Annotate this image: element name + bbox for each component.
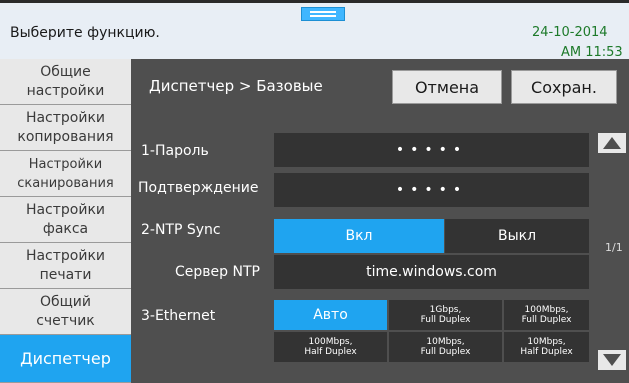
ethernet-option-1g-full[interactable]: 1Gbps, Full Duplex [389,300,502,330]
sidebar-item-label: Общие настройки [26,63,105,99]
ethernet-option-line1: 10Mbps, [426,337,465,347]
ethernet-option-line2: Full Duplex [521,315,572,325]
sidebar: Общие настройки Настройки копирования На… [0,59,131,383]
ethernet-option-line1: 100Mbps, [308,337,353,347]
password-label: 1-Пароль [141,143,209,159]
ethernet-option-line1: 1Gbps, [429,305,462,315]
ntp-sync-on-button[interactable]: Вкл [274,219,444,253]
save-button[interactable]: Сохран. [511,70,617,104]
panel-handle-icon[interactable] [301,7,345,21]
ethernet-option-line2: Full Duplex [420,315,471,325]
password-field[interactable]: ••••• [274,133,589,167]
ethernet-option-auto[interactable]: Авто [274,300,387,330]
ntp-sync-off-button[interactable]: Выкл [445,219,589,253]
sidebar-item-label: Настройки факса [25,201,106,237]
sidebar-item-counter[interactable]: Общий счетчик [0,289,131,335]
ethernet-option-line1: Авто [313,307,348,323]
function-prompt: Выберите функцию. [10,25,160,41]
ethernet-option-line1: 100Mbps, [524,305,569,315]
ethernet-option-line1: 10Mbps, [527,337,566,347]
ethernet-label: 3-Ethernet [141,308,216,324]
time-display: AM 11:53 [561,45,623,60]
ethernet-option-10m-full[interactable]: 10Mbps, Full Duplex [389,332,502,362]
ethernet-option-10m-half[interactable]: 10Mbps, Half Duplex [504,332,589,362]
breadcrumb: Диспетчер > Базовые [149,77,323,95]
scroll-up-button[interactable] [598,133,626,153]
sidebar-item-fax[interactable]: Настройки факса [0,197,131,243]
sidebar-item-scan[interactable]: Настройки сканирования [0,151,131,197]
ethernet-option-100m-half[interactable]: 100Mbps, Half Duplex [274,332,387,362]
sidebar-item-general[interactable]: Общие настройки [0,59,131,105]
sidebar-item-administrator[interactable]: Диспетчер [0,335,131,383]
confirm-password-label: Подтверждение [138,180,259,196]
confirm-password-field[interactable]: ••••• [274,173,589,207]
cancel-button[interactable]: Отмена [392,70,502,104]
main-panel: Диспетчер > Базовые Отмена Сохран. 1-Пар… [131,59,629,383]
ethernet-option-line2: Half Duplex [520,347,573,357]
triangle-down-icon [603,354,621,366]
triangle-up-icon [603,137,621,149]
sidebar-item-label: Диспетчер [20,349,111,368]
status-bar: Выберите функцию. 24-10-2014 AM 11:53 [0,0,629,60]
sidebar-item-copy[interactable]: Настройки копирования [0,105,131,151]
ethernet-option-line2: Full Duplex [420,347,471,357]
sidebar-item-label: Настройки сканирования [17,156,114,191]
sidebar-item-label: Настройки печати [25,247,106,283]
date-display: 24-10-2014 [532,25,608,40]
ntp-server-label: Сервер NTP [175,264,260,280]
sidebar-item-label: Настройки копирования [17,109,114,145]
sidebar-item-print[interactable]: Настройки печати [0,243,131,289]
ethernet-option-100m-full[interactable]: 100Mbps, Full Duplex [504,300,589,330]
sidebar-item-label: Общий счетчик [36,293,95,329]
page-indicator: 1/1 [605,241,623,254]
ntp-server-field[interactable]: time.windows.com [274,255,589,289]
ntp-sync-label: 2-NTP Sync [141,222,221,238]
ethernet-option-line2: Half Duplex [304,347,357,357]
scroll-down-button[interactable] [598,350,626,370]
